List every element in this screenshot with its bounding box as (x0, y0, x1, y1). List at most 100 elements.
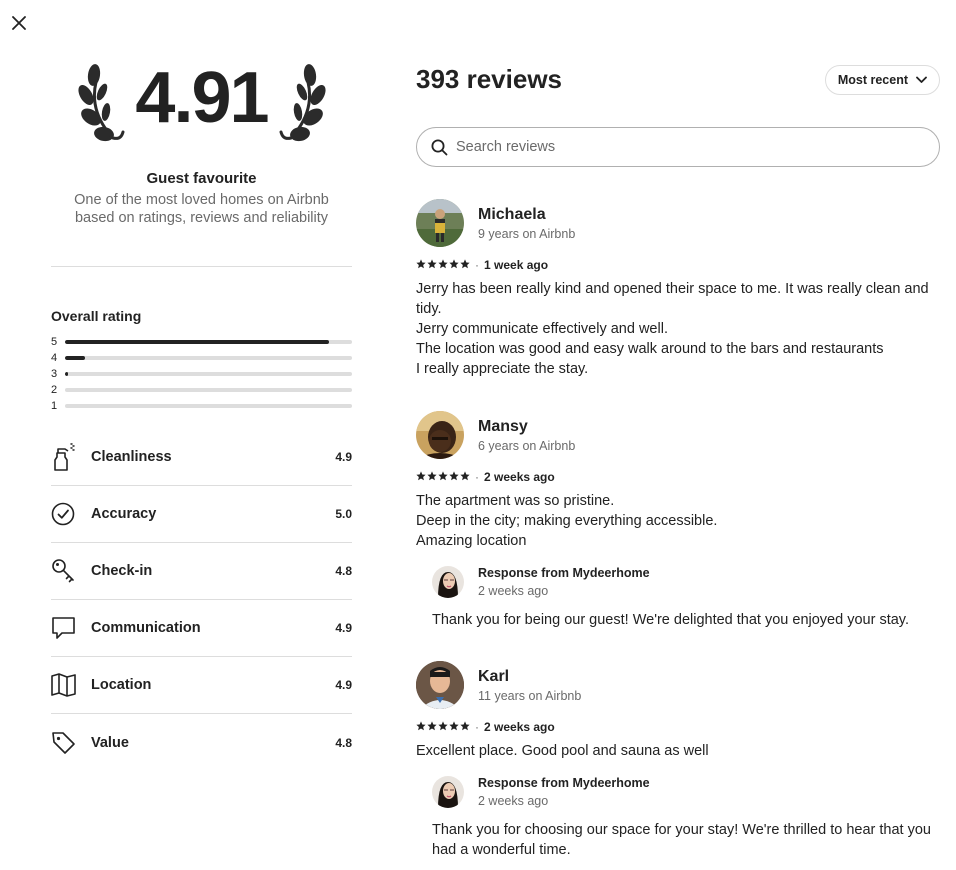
host-response-text: Thank you for choosing our space for you… (432, 822, 931, 858)
rating-distribution-bar (65, 340, 352, 344)
rating-distribution-stars: 1 (51, 400, 58, 412)
rating-distribution-fill (65, 356, 86, 360)
reviewer-name: Karl (478, 667, 510, 685)
rating-distribution-row: 3 (51, 366, 352, 382)
divider (51, 266, 352, 267)
rating-distribution-row: 5 (51, 334, 352, 350)
host-response-header: Response from Mydeerhome 2 weeks ago (432, 565, 940, 599)
review-text-line: The apartment was so pristine. (416, 493, 615, 509)
rating-distribution-stars: 4 (51, 352, 58, 364)
star-icon (427, 258, 437, 272)
reviewer-tenure: 9 years on Airbnb (478, 226, 576, 241)
laurel-right-icon (279, 64, 326, 142)
rating-distribution-bar (65, 356, 352, 360)
review-text-line: Jerry has been really kind and opened th… (416, 281, 929, 317)
star-icon (416, 470, 426, 484)
host-response: Response from Mydeerhome 2 weeks ago Thank… (432, 775, 940, 860)
category-score: 4.9 (335, 450, 352, 464)
star-icon (438, 258, 448, 272)
sort-dropdown-label: Most recent (837, 73, 908, 87)
overall-rating-title: Overall rating (51, 308, 142, 324)
review-item: Michaela 9 years on Airbnb · 1 week ago Jerr… (416, 199, 940, 379)
reviewer-info: Karl 11 years on Airbnb (478, 668, 581, 703)
review-text-line: The location was good and easy walk arou… (416, 341, 884, 357)
category-row-accuracy: Accuracy 5.0 (51, 486, 352, 543)
review-stars (416, 258, 470, 272)
category-label: Value (91, 734, 129, 751)
tag-icon (51, 729, 91, 757)
category-score: 4.8 (335, 735, 352, 750)
host-response-date: 2 weeks ago (478, 584, 549, 598)
review-text-line: Amazing location (416, 533, 527, 549)
separator-dot: · (475, 470, 479, 484)
review-stars (416, 720, 470, 734)
category-ratings: Cleanliness 4.9 Accuracy 5.0 Check-in 4.8 Comm… (51, 429, 352, 771)
category-label: Communication (91, 620, 201, 636)
review-meta: · 2 weeks ago (416, 720, 940, 734)
star-icon (416, 258, 426, 272)
star-icon (438, 470, 448, 484)
reviewer-avatar[interactable] (416, 661, 464, 709)
review-meta: · 2 weeks ago (416, 470, 940, 484)
review-meta: · 1 week ago (416, 258, 940, 272)
review-text-line: Jerry communicate effectively and well. (416, 321, 668, 337)
reviewer-tenure: 11 years on Airbnb (478, 688, 582, 703)
sort-dropdown[interactable]: Most recent (824, 65, 940, 95)
chat-bubble-icon (51, 614, 91, 642)
review-text-line: Deep in the city; making everything acce… (416, 513, 718, 529)
rating-distribution-fill (65, 372, 68, 376)
rating-distribution-bar (65, 388, 352, 392)
host-response-info: Response from Mydeerhome 2 weeks ago (478, 566, 650, 598)
category-row-check-in: Check-in 4.8 (51, 543, 352, 600)
star-icon (449, 470, 459, 484)
rating-hero: 4.91 (51, 58, 352, 158)
rating-distribution-stars: 2 (51, 384, 58, 396)
reviewer-name: Mansy (478, 417, 528, 435)
host-response: Response from Mydeerhome 2 weeks ago Thank… (432, 565, 940, 630)
key-icon (51, 557, 91, 585)
host-response-title: Response from Mydeerhome (478, 776, 650, 790)
guest-favourite-description: One of the most loved homes on Airbnb ba… (51, 191, 352, 227)
host-avatar[interactable] (432, 566, 464, 598)
reviewer-info: Michaela 9 years on Airbnb (478, 206, 575, 241)
review-text: Excellent place. Good pool and sauna as … (416, 741, 940, 761)
rating-distribution-fill (65, 340, 330, 344)
star-icon (416, 720, 426, 734)
star-icon (438, 720, 448, 734)
rating-distribution-stars: 5 (51, 336, 58, 348)
review-date: 2 weeks ago (484, 720, 555, 734)
review-text: Jerry has been really kind and opened th… (416, 279, 940, 379)
reviewer-avatar[interactable] (416, 199, 464, 247)
close-icon (12, 16, 26, 30)
category-score: 4.9 (335, 621, 352, 635)
rating-distribution-row: 2 (51, 382, 352, 398)
reviewer-tenure: 6 years on Airbnb (478, 438, 576, 453)
review-header: Michaela 9 years on Airbnb (416, 199, 940, 247)
category-score: 5.0 (335, 507, 352, 521)
host-avatar[interactable] (432, 776, 464, 808)
search-reviews-box[interactable] (416, 127, 940, 167)
review-text-line: Excellent place. Good pool and sauna as … (416, 743, 709, 759)
star-icon (460, 720, 470, 734)
reviewer-avatar[interactable] (416, 411, 464, 459)
close-button[interactable] (8, 12, 30, 34)
guest-favourite-desc-line: based on ratings, reviews and reliabilit… (74, 210, 329, 226)
category-label: Check-in (91, 563, 153, 579)
review-header: Mansy 6 years on Airbnb (416, 411, 940, 459)
search-reviews-input[interactable] (456, 139, 896, 155)
star-icon (449, 720, 459, 734)
review-item: Karl 11 years on Airbnb · 2 weeks ago Excell… (416, 661, 940, 860)
reviewer-info: Mansy 6 years on Airbnb (478, 418, 575, 453)
review-date: 1 week ago (484, 258, 549, 272)
review-text: The apartment was so pristine. Deep in th… (416, 491, 940, 551)
rating-distribution-bar (65, 372, 352, 376)
host-response-header: Response from Mydeerhome 2 weeks ago (432, 775, 940, 809)
check-circle-icon (51, 500, 91, 528)
category-row-value: Value 4.8 (51, 714, 352, 771)
search-icon (431, 139, 448, 155)
separator-dot: · (475, 258, 479, 272)
rating-distribution-stars: 3 (51, 368, 58, 380)
rating-distribution: 5 4 3 2 1 (51, 334, 352, 414)
host-response-title: Response from Mydeerhome (478, 566, 650, 580)
separator-dot: · (475, 720, 479, 734)
